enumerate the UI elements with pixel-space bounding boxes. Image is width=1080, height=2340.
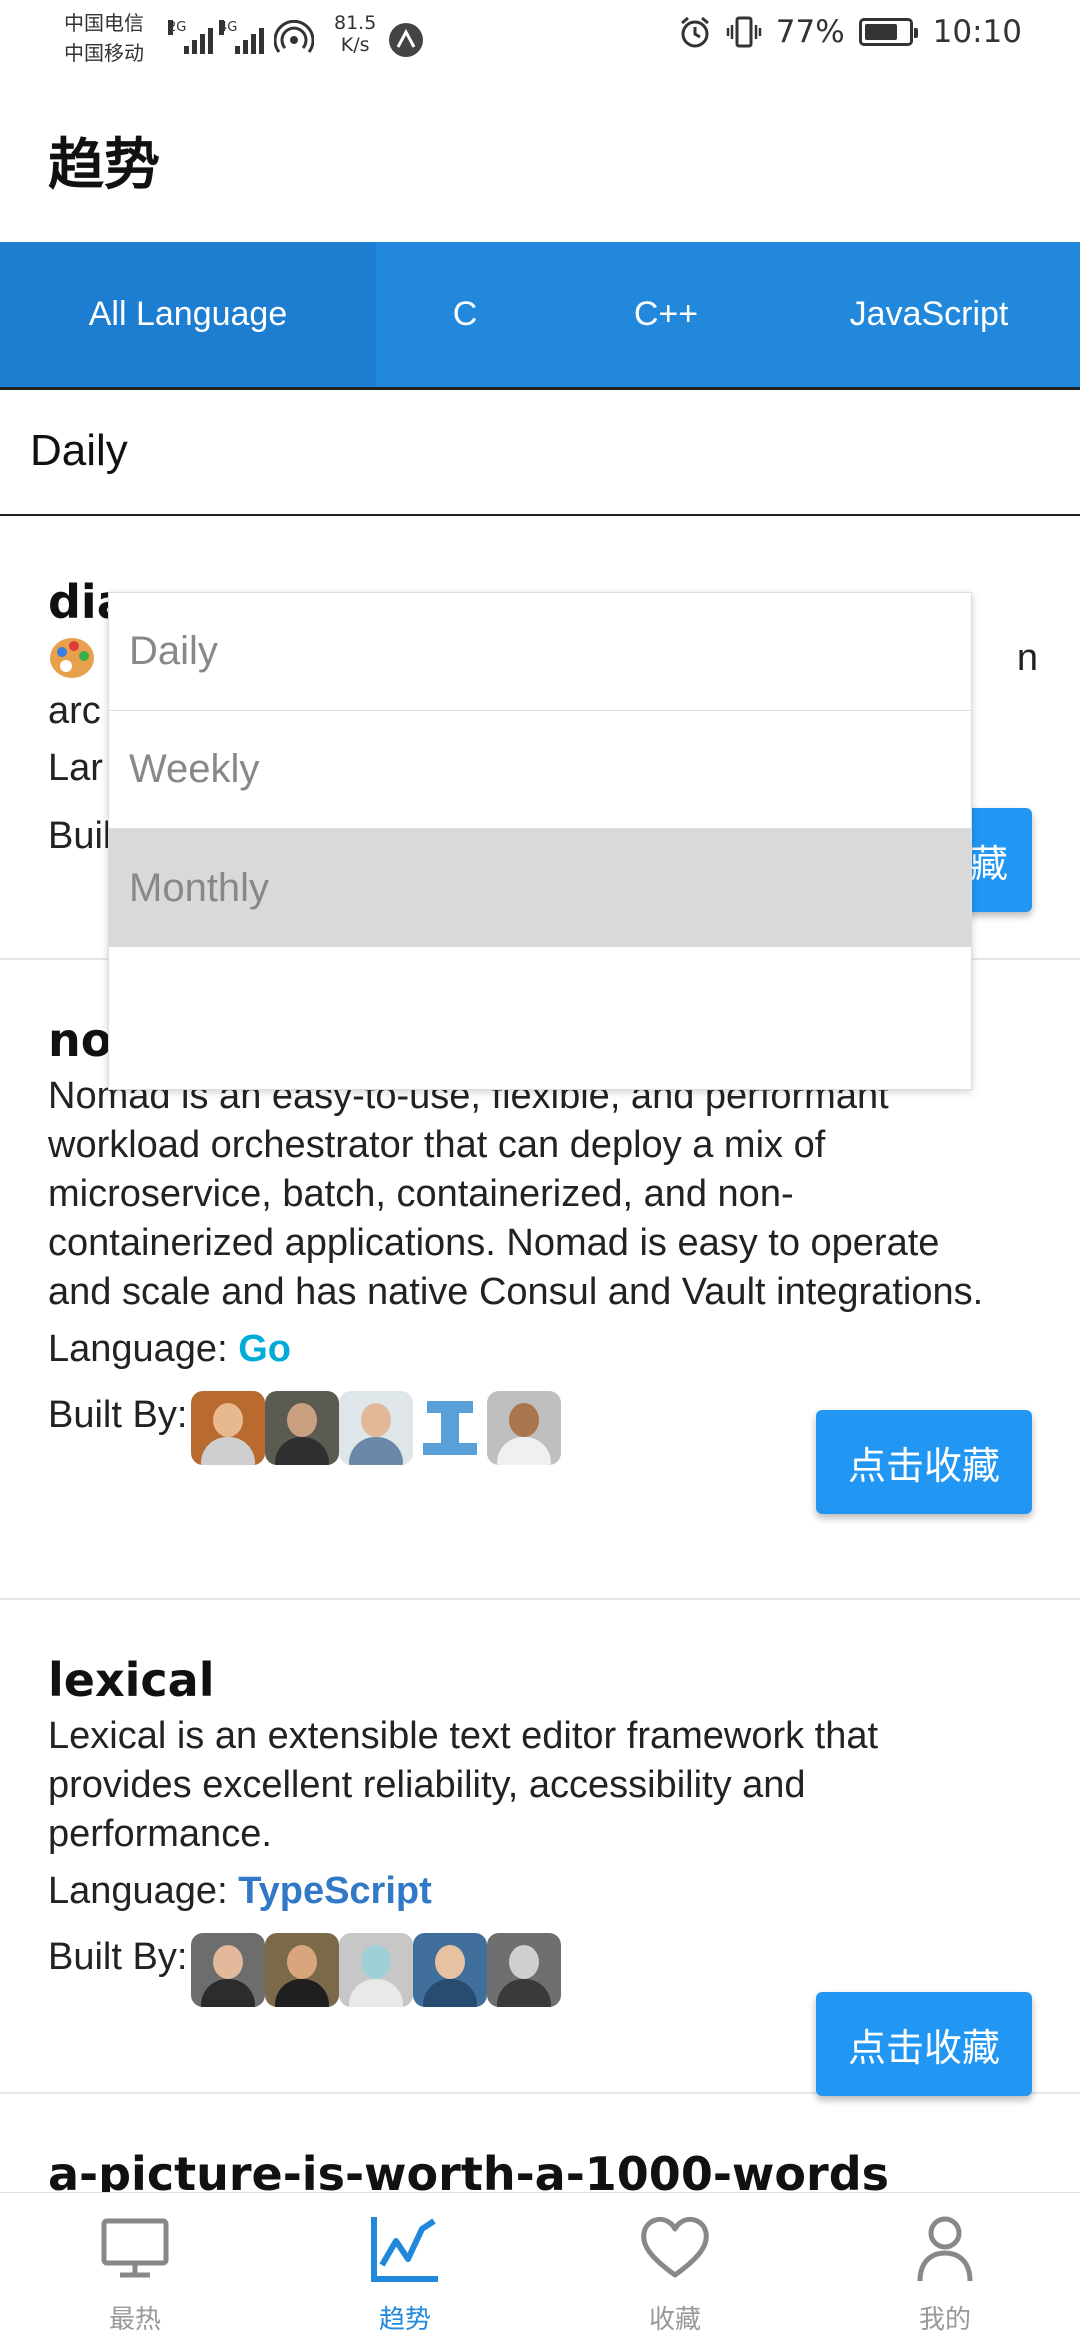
page-title: 趋势	[48, 133, 160, 198]
palette-emoji-icon	[50, 638, 94, 678]
nav-label: 我的	[918, 2305, 971, 2335]
tab-cpp[interactable]: C++	[554, 242, 778, 387]
language-value: Go	[238, 1328, 291, 1370]
avatar[interactable]	[339, 1933, 414, 2007]
language-value: TypeScript	[238, 1870, 432, 1912]
battery-percent: 77%	[775, 14, 845, 50]
nav-label: 最热	[108, 2305, 161, 2335]
carrier-2: 中国移动	[64, 41, 144, 65]
hotspot-icon	[274, 20, 314, 53]
alarm-icon	[680, 16, 709, 48]
network-icons: 2G 4G	[168, 14, 314, 54]
favorite-button[interactable]: 点击收藏	[816, 1992, 1032, 2096]
carrier-1: 中国电信	[64, 11, 144, 35]
avatar[interactable]	[339, 1391, 414, 1465]
nav-item-hot[interactable]: 最热	[0, 2193, 270, 2340]
carrier-labels: 中国电信 中国移动	[64, 8, 144, 68]
battery-icon	[858, 18, 918, 46]
avatar[interactable]	[413, 1391, 488, 1465]
period-option-weekly[interactable]: Weekly	[109, 711, 971, 829]
avatar[interactable]	[487, 1933, 562, 2007]
status-bar: 中国电信 中国移动 2G 4G 81.5 K/s 77% 10:10	[0, 0, 1080, 76]
person-icon	[917, 2216, 973, 2282]
avatars	[191, 1391, 562, 1465]
avatar[interactable]	[265, 1933, 340, 2007]
nav-item-mine[interactable]: 我的	[810, 2193, 1080, 2340]
avatar[interactable]	[191, 1933, 266, 2007]
period-option-daily[interactable]: Daily	[109, 593, 971, 711]
avatar[interactable]	[487, 1391, 562, 1465]
language-tabs: All Language C C++ JavaScript	[0, 242, 1080, 390]
vibrate-icon	[726, 16, 761, 48]
heart-icon	[641, 2216, 709, 2278]
repo-description: Lexical is an extensible text editor fra…	[48, 1715, 879, 1855]
nav-label: 趋势	[378, 2305, 431, 2335]
trend-chart-icon	[371, 2217, 438, 2282]
nav-label: 收藏	[648, 2305, 701, 2335]
repo-card[interactable]: lexical Lexical is an extensible text ed…	[0, 1600, 1080, 2096]
tab-javascript[interactable]: JavaScript	[778, 242, 1080, 387]
period-option-monthly[interactable]: Monthly	[109, 829, 971, 947]
nav-item-favorites[interactable]: 收藏	[540, 2193, 810, 2340]
tab-c[interactable]: C	[376, 242, 554, 387]
clock: 10:10	[932, 14, 1022, 50]
monitor-icon	[101, 2218, 169, 2278]
repo-description: Nomad is an easy-to-use, flexible, and p…	[48, 1075, 984, 1313]
status-right: 77% 10:10	[678, 14, 1022, 50]
signal-1-icon: 2G	[168, 20, 213, 54]
period-selected-value: Daily	[30, 426, 128, 475]
avatar[interactable]	[191, 1391, 266, 1465]
period-select[interactable]: Daily	[0, 390, 1080, 516]
repo-language: Language: Go	[48, 1328, 291, 1370]
avatar[interactable]	[413, 1933, 488, 2007]
tab-all-language[interactable]: All Language	[0, 242, 376, 387]
built-by-label: Built By:	[48, 1936, 188, 1978]
app-header: 趋势	[0, 76, 1080, 242]
avatars	[191, 1933, 562, 2007]
favorite-button[interactable]: 点击收藏	[816, 1410, 1032, 1514]
repo-language: Language: TypeScript	[48, 1870, 432, 1912]
avatar[interactable]	[265, 1391, 340, 1465]
repo-name[interactable]: lexical	[48, 1650, 1032, 1710]
app-notification-icon	[389, 23, 423, 57]
signal-2-icon: 4G	[219, 20, 264, 54]
network-speed: 81.5 K/s	[334, 12, 377, 56]
built-by-label: Built By:	[48, 1394, 188, 1436]
period-dropdown-menu: Daily Weekly Monthly	[108, 592, 972, 1090]
nav-item-trend[interactable]: 趋势	[270, 2193, 540, 2340]
bottom-nav: 最热 趋势 收藏 我的	[0, 2192, 1080, 2340]
